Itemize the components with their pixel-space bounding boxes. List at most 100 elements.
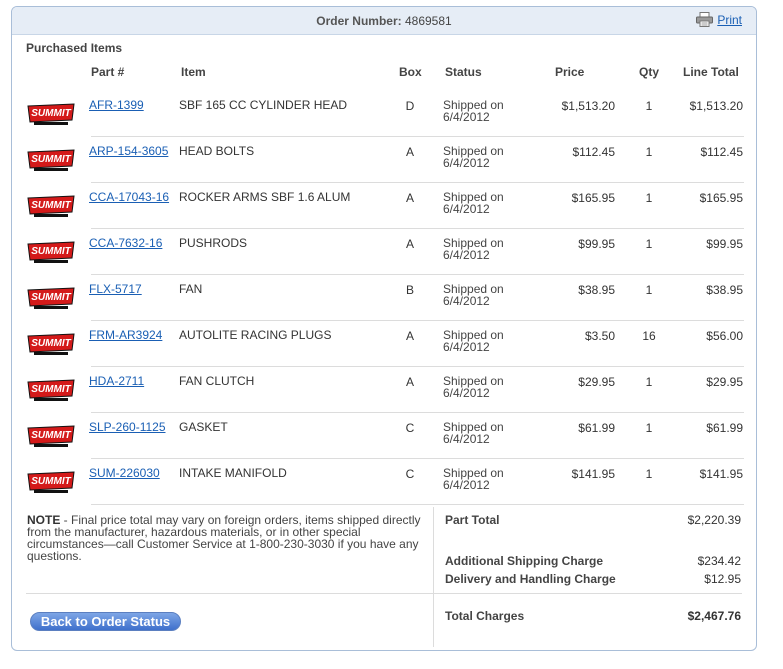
shipping-label: Additional Shipping Charge xyxy=(445,554,603,568)
qty-value: 1 xyxy=(645,145,653,159)
col-part: Part # xyxy=(91,65,125,79)
svg-text:SUMMIT: SUMMIT xyxy=(31,430,71,441)
part-link[interactable]: FRM-AR3924 xyxy=(89,328,162,342)
status-line-2: 6/4/2012 xyxy=(443,110,490,124)
table-row: SUMMIT FLX-5717 FAN B Shipped on 6/4/2012… xyxy=(12,275,758,321)
part-link[interactable]: AFR-1399 xyxy=(89,98,144,112)
shipping-value: $234.42 xyxy=(697,554,741,568)
part-link[interactable]: CCA-17043-16 xyxy=(89,190,169,204)
col-qty: Qty xyxy=(639,65,660,79)
status-text: Shipped on 6/4/2012 xyxy=(443,421,504,445)
box-value: B xyxy=(405,283,414,297)
svg-text:SUMMIT: SUMMIT xyxy=(31,200,71,211)
table-row: SUMMIT FRM-AR3924 AUTOLITE RACING PLUGS … xyxy=(12,321,758,367)
qty-value: 16 xyxy=(642,329,656,343)
svg-text:SUMMIT: SUMMIT xyxy=(31,476,71,487)
part-link[interactable]: HDA-2711 xyxy=(89,374,144,388)
price-value: $112.45 xyxy=(572,145,616,159)
totals-divider xyxy=(26,593,742,594)
box-value: C xyxy=(405,421,415,435)
row-divider xyxy=(91,504,744,505)
price-value: $1,513.20 xyxy=(561,99,615,113)
svg-text:SUMMIT: SUMMIT xyxy=(31,338,71,349)
handling-value: $12.95 xyxy=(704,572,741,586)
order-number-label: Order Number: xyxy=(316,14,402,28)
table-row: SUMMIT CCA-7632-16 PUSHRODS A Shipped on… xyxy=(12,229,758,275)
qty-value: 1 xyxy=(645,237,653,251)
status-line-2: 6/4/2012 xyxy=(443,202,490,216)
qty-value: 1 xyxy=(645,375,653,389)
status-text: Shipped on 6/4/2012 xyxy=(443,237,504,261)
svg-text:SUMMIT: SUMMIT xyxy=(31,108,71,119)
price-value: $165.95 xyxy=(571,191,615,205)
qty-value: 1 xyxy=(645,99,653,113)
status-line-2: 6/4/2012 xyxy=(443,156,490,170)
part-link[interactable]: FLX-5717 xyxy=(89,282,142,296)
svg-text:SUMMIT: SUMMIT xyxy=(31,154,71,165)
status-text: Shipped on 6/4/2012 xyxy=(443,329,504,353)
summit-logo-icon: SUMMIT xyxy=(27,287,75,309)
price-value: $141.95 xyxy=(571,467,615,481)
part-link[interactable]: SUM-226030 xyxy=(89,466,160,480)
status-text: Shipped on 6/4/2012 xyxy=(443,145,504,169)
qty-value: 1 xyxy=(645,421,653,435)
order-details-panel: Order Number: 4869581 Print Purchased It… xyxy=(11,6,757,651)
item-name: FAN CLUTCH xyxy=(179,374,255,388)
item-name: HEAD BOLTS xyxy=(179,144,255,158)
status-line-2: 6/4/2012 xyxy=(443,294,490,308)
table-row: SUMMIT HDA-2711 FAN CLUTCH A Shipped on 6… xyxy=(12,367,758,413)
svg-text:SUMMIT: SUMMIT xyxy=(31,292,71,303)
box-value: A xyxy=(405,329,414,343)
line-total-value: $141.95 xyxy=(699,467,743,481)
part-link[interactable]: CCA-7632-16 xyxy=(89,236,162,250)
part-link[interactable]: SLP-260-1125 xyxy=(89,420,166,434)
col-line-total: Line Total xyxy=(683,65,739,79)
summit-logo-icon: SUMMIT xyxy=(27,195,75,217)
table-row: SUMMIT SLP-260-1125 GASKET C Shipped on 6… xyxy=(12,413,758,459)
order-header: Order Number: 4869581 Print xyxy=(12,7,756,35)
section-title: Purchased Items xyxy=(26,41,123,55)
table-row: SUMMIT AFR-1399 SBF 165 CC CYLINDER HEAD… xyxy=(12,91,758,137)
qty-value: 1 xyxy=(645,283,653,297)
box-value: D xyxy=(405,99,415,113)
box-value: A xyxy=(405,145,414,159)
col-status: Status xyxy=(445,65,482,79)
printer-icon xyxy=(696,12,714,27)
qty-value: 1 xyxy=(645,191,653,205)
summit-logo-icon: SUMMIT xyxy=(27,241,75,263)
status-line-2: 6/4/2012 xyxy=(443,478,490,492)
summit-logo-icon: SUMMIT xyxy=(27,425,75,447)
status-line-2: 6/4/2012 xyxy=(443,248,490,262)
box-value: A xyxy=(405,375,414,389)
line-total-value: $165.95 xyxy=(699,191,743,205)
line-total-value: $56.00 xyxy=(706,329,743,343)
table-row: SUMMIT CCA-17043-16 ROCKER ARMS SBF 1.6 … xyxy=(12,183,758,229)
line-total-value: $38.95 xyxy=(706,283,743,297)
item-name: FAN xyxy=(179,282,203,296)
box-value: A xyxy=(405,237,414,251)
price-value: $61.99 xyxy=(578,421,615,435)
price-note: NOTE - Final price total may vary on for… xyxy=(27,514,432,562)
handling-label: Delivery and Handling Charge xyxy=(445,572,616,586)
box-value: A xyxy=(405,191,414,205)
summit-logo-icon: SUMMIT xyxy=(27,103,75,125)
print-button[interactable]: Print xyxy=(696,12,742,27)
qty-value: 1 xyxy=(645,467,653,481)
back-to-order-status-button[interactable]: Back to Order Status xyxy=(30,612,181,631)
svg-text:SUMMIT: SUMMIT xyxy=(31,384,71,395)
svg-text:SUMMIT: SUMMIT xyxy=(31,246,71,257)
part-link[interactable]: ARP-154-3605 xyxy=(89,144,168,158)
order-number-value: 4869581 xyxy=(404,14,452,28)
item-name: ROCKER ARMS SBF 1.6 ALUM xyxy=(179,190,351,204)
items-table: SUMMIT AFR-1399 SBF 165 CC CYLINDER HEAD… xyxy=(12,91,758,505)
status-text: Shipped on 6/4/2012 xyxy=(443,99,504,123)
line-total-value: $1,513.20 xyxy=(689,99,743,113)
note-text: - Final price total may vary on foreign … xyxy=(27,513,421,563)
col-box: Box xyxy=(399,65,422,79)
order-number: Order Number: 4869581 xyxy=(12,14,756,28)
print-link[interactable]: Print xyxy=(717,13,742,27)
summit-logo-icon: SUMMIT xyxy=(27,149,75,171)
summit-logo-icon: SUMMIT xyxy=(27,471,75,493)
col-price: Price xyxy=(555,65,585,79)
table-header: Part # Item Box Status Price Qty Line To… xyxy=(12,65,758,81)
